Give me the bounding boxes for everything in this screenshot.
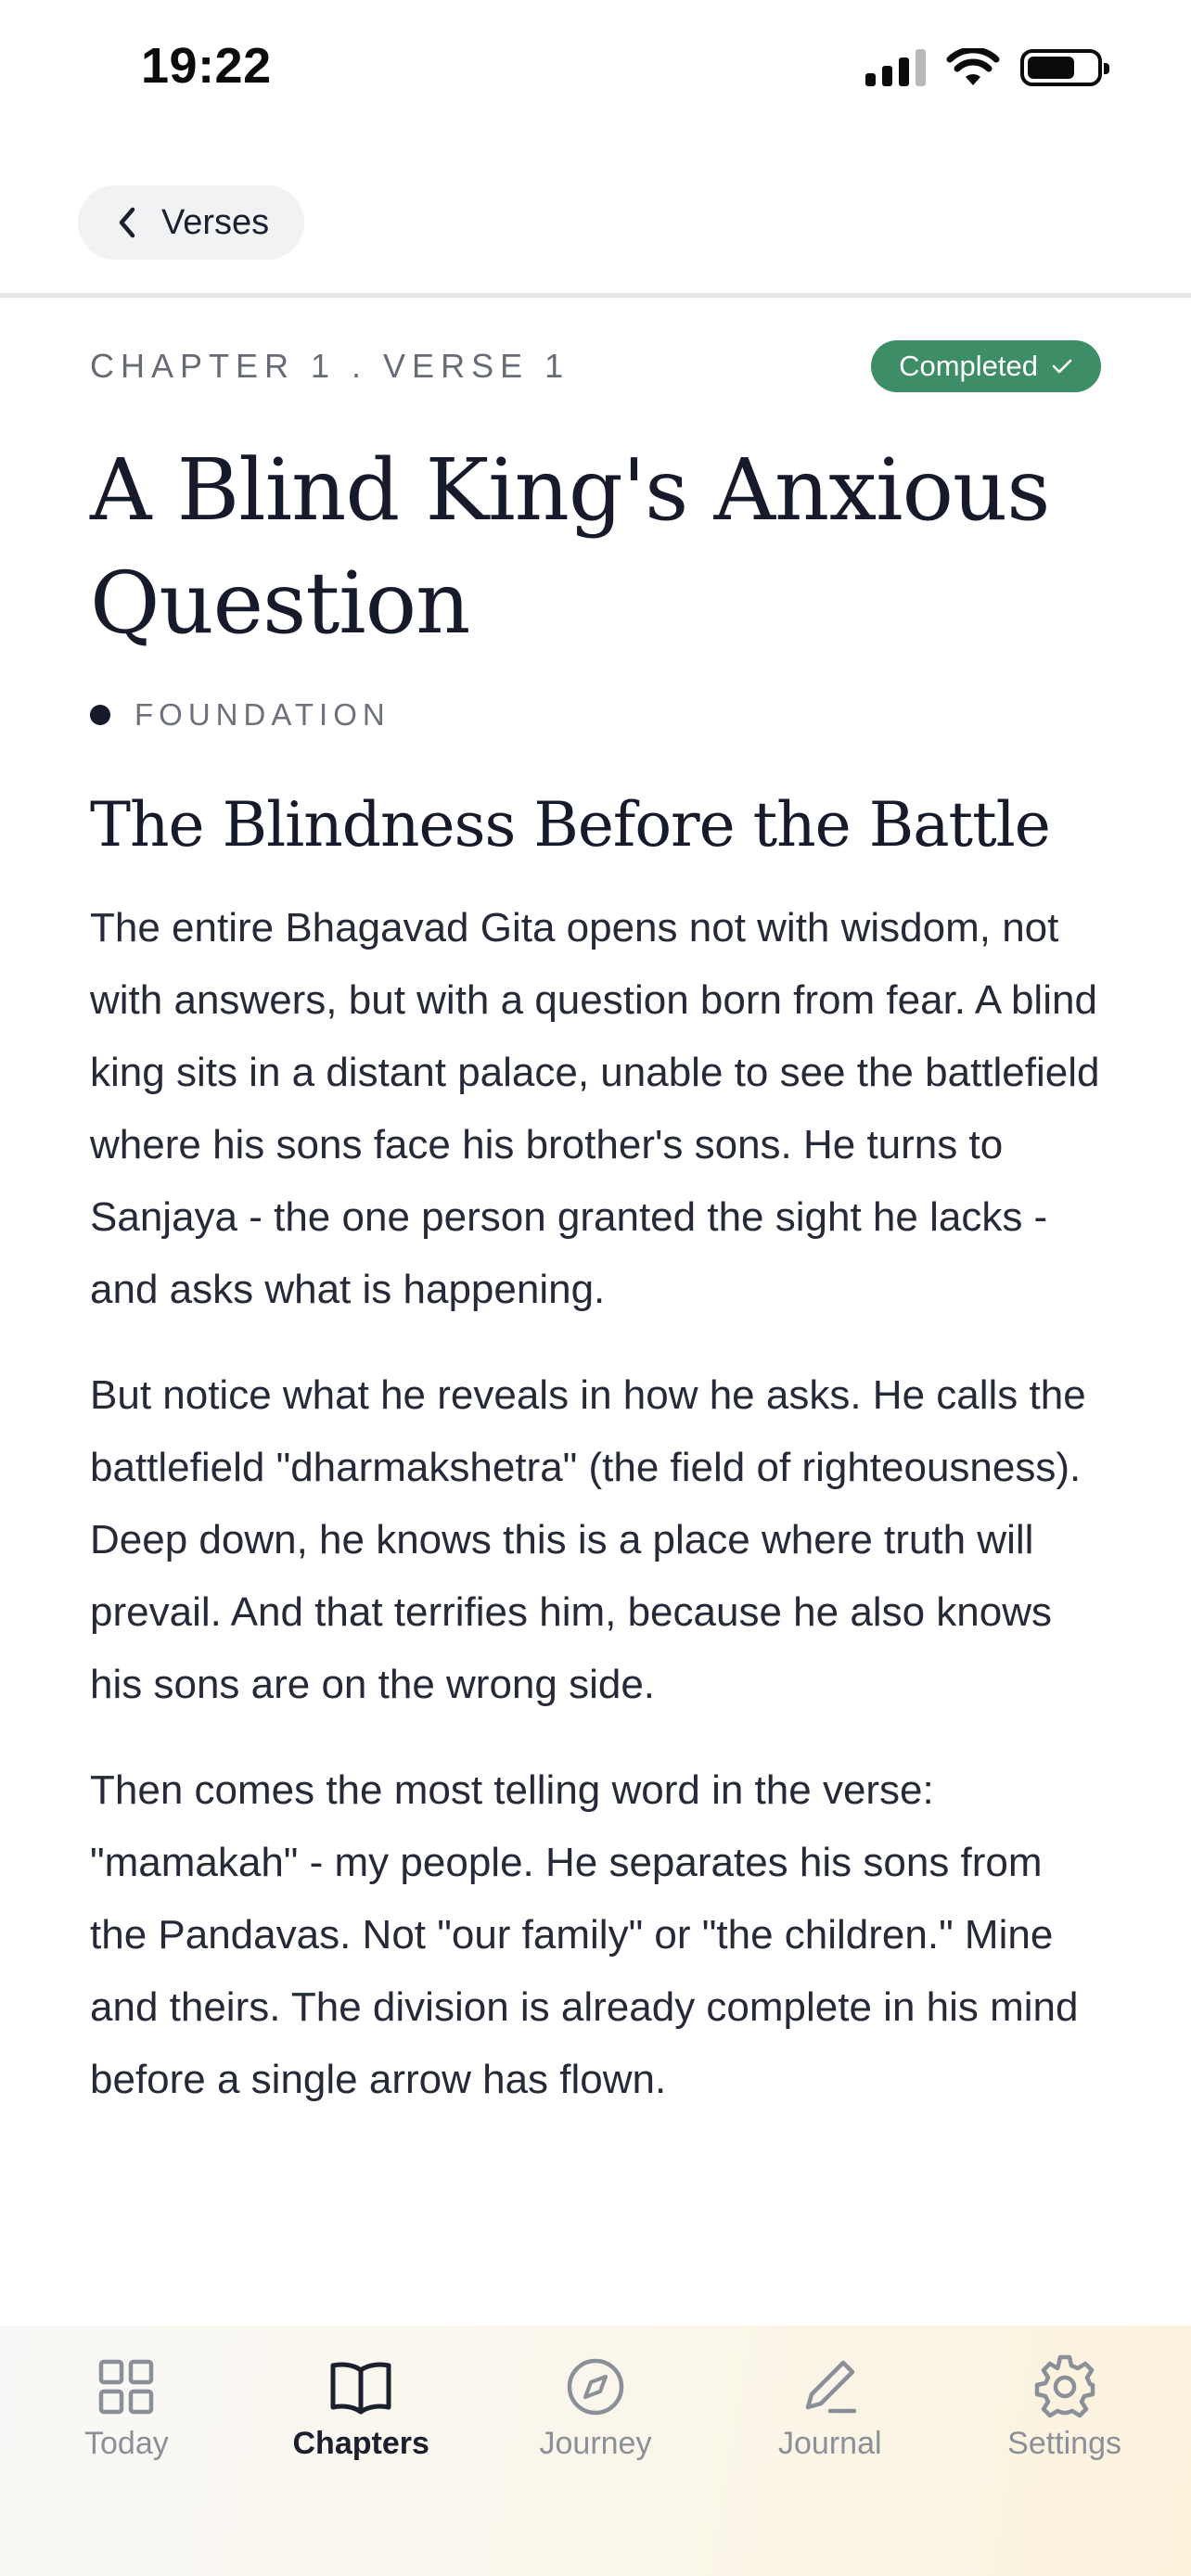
status-time: 19:22 xyxy=(141,38,272,94)
bottom-tab-bar: Today Chapters Journey Journal Settings xyxy=(0,2326,1191,2576)
body-paragraph: But notice what he reveals in how he ask… xyxy=(90,1372,1086,1707)
chevron-left-icon xyxy=(119,207,135,238)
category-label: FOUNDATION xyxy=(134,697,391,732)
category-dot-icon xyxy=(90,705,110,725)
body-paragraph: Then comes the most telling word in the … xyxy=(90,1767,1079,2102)
wifi-icon xyxy=(946,48,1000,85)
cellular-signal-icon xyxy=(865,49,926,86)
battery-icon xyxy=(1020,49,1109,86)
verse-meta-row: CHAPTER 1 . VERSE 1 Completed xyxy=(90,334,1101,399)
checkmark-icon xyxy=(1052,359,1072,374)
status-icons xyxy=(865,48,1109,87)
status-bar: 19:22 xyxy=(0,0,1191,139)
back-to-verses-button[interactable]: Verses xyxy=(78,185,305,260)
back-button-label: Verses xyxy=(161,202,270,242)
tab-today[interactable]: Today xyxy=(24,2353,228,2576)
verse-content: CHAPTER 1 . VERSE 1 Completed A Blind Ki… xyxy=(90,334,1101,2116)
pencil-icon xyxy=(805,2360,857,2414)
tab-settings[interactable]: Settings xyxy=(963,2353,1167,2576)
tab-label: Settings xyxy=(1007,2426,1121,2461)
tab-journal[interactable]: Journal xyxy=(728,2353,932,2576)
tab-journey[interactable]: Journey xyxy=(493,2353,698,2576)
status-badge-label: Completed xyxy=(899,350,1038,382)
tab-label: Journal xyxy=(778,2426,882,2461)
header-divider xyxy=(0,293,1191,298)
body-paragraph: The entire Bhagavad Gita opens not with … xyxy=(90,905,1100,1312)
verse-title: A Blind King's Anxious Question xyxy=(90,440,1050,653)
gear-icon xyxy=(1034,2354,1095,2418)
tab-label: Journey xyxy=(539,2426,652,2461)
completed-status-badge: Completed xyxy=(871,340,1101,392)
tab-label: Today xyxy=(84,2426,169,2461)
section-heading: The Blindness Before the Battle xyxy=(90,789,1051,861)
compass-icon xyxy=(567,2358,624,2416)
open-book-icon xyxy=(330,2362,391,2415)
tab-chapters[interactable]: Chapters xyxy=(259,2353,463,2576)
tab-label: Chapters xyxy=(292,2426,429,2461)
category-row: FOUNDATION xyxy=(90,697,1101,733)
chapter-verse-label: CHAPTER 1 . VERSE 1 xyxy=(90,347,570,385)
grid-icon xyxy=(99,2359,154,2415)
